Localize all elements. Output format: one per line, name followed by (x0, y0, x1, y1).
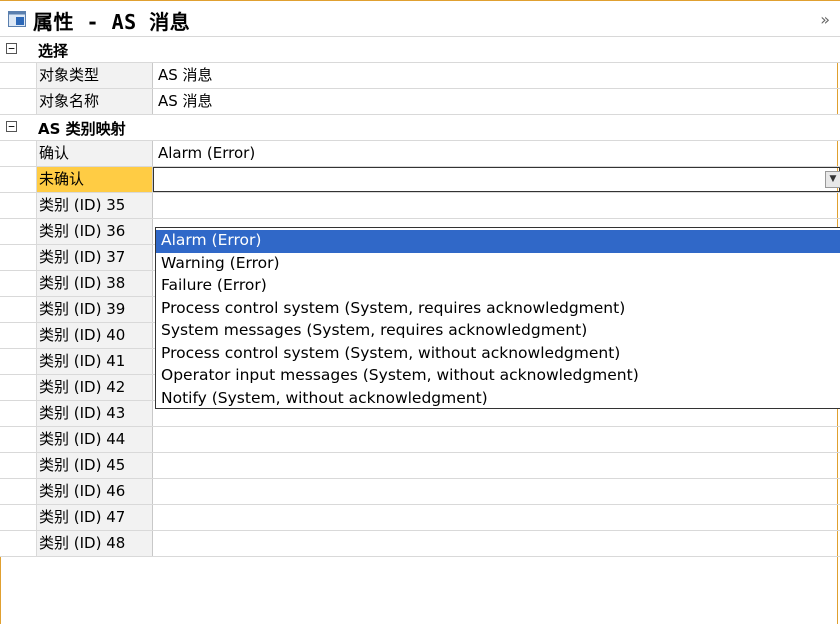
collapse-panel-button[interactable]: » (820, 10, 830, 29)
property-row-class-48[interactable]: 类别 (ID) 48 (0, 531, 840, 557)
property-name: 类别 (ID) 41 (37, 349, 153, 374)
collapse-toggle-icon[interactable]: − (6, 43, 17, 54)
row-gutter (0, 323, 37, 348)
property-row-class-47[interactable]: 类别 (ID) 47 (0, 505, 840, 531)
row-gutter (0, 245, 37, 270)
property-row-class-35[interactable]: 类别 (ID) 35 (0, 193, 840, 219)
category-as-class-mapping[interactable]: − AS 类别映射 (0, 115, 840, 141)
property-name: 类别 (ID) 48 (37, 531, 153, 556)
dropdown-option[interactable]: Warning (Error) (156, 253, 840, 276)
dropdown-option[interactable]: Alarm (Error) (156, 230, 840, 253)
property-name: 未确认 (37, 167, 153, 192)
property-name: 类别 (ID) 36 (37, 219, 153, 244)
row-gutter (0, 505, 37, 530)
property-row-class-45[interactable]: 类别 (ID) 45 (0, 453, 840, 479)
property-value[interactable] (153, 505, 840, 530)
row-gutter (0, 271, 37, 296)
property-name: 类别 (ID) 43 (37, 401, 153, 426)
row-gutter (0, 531, 37, 556)
property-value[interactable] (153, 193, 840, 218)
property-name: 类别 (ID) 35 (37, 193, 153, 218)
property-name: 类别 (ID) 40 (37, 323, 153, 348)
row-gutter (0, 89, 37, 114)
row-gutter (0, 375, 37, 400)
property-name: 对象名称 (37, 89, 153, 114)
property-name: 类别 (ID) 37 (37, 245, 153, 270)
category-label: 选择 (38, 42, 69, 60)
category-label: AS 类别映射 (38, 120, 126, 138)
panel-title: 属性 - AS 消息 (33, 10, 191, 34)
property-row-class-44[interactable]: 类别 (ID) 44 (0, 427, 840, 453)
property-value[interactable]: AS 消息 (153, 89, 840, 114)
dropdown-option[interactable]: Notify (System, without acknowledgment) (156, 388, 840, 411)
row-gutter (0, 141, 37, 166)
property-value-editor[interactable]: ▼ (153, 167, 840, 192)
properties-window-icon (8, 11, 26, 27)
dropdown-option[interactable]: Process control system (System, without … (156, 343, 840, 366)
property-row-object-name[interactable]: 对象名称 AS 消息 (0, 89, 840, 115)
property-row-unacknowledged[interactable]: 未确认 ▼ (0, 167, 840, 193)
row-gutter (0, 401, 37, 426)
property-value[interactable] (153, 427, 840, 452)
property-name: 对象类型 (37, 63, 153, 88)
dropdown-option[interactable]: Operator input messages (System, without… (156, 365, 840, 388)
row-gutter (0, 63, 37, 88)
property-value[interactable] (153, 453, 840, 478)
property-name: 类别 (ID) 47 (37, 505, 153, 530)
property-name: 确认 (37, 141, 153, 166)
row-gutter (0, 453, 37, 478)
dropdown-option[interactable]: System messages (System, requires acknow… (156, 320, 840, 343)
row-gutter (0, 167, 37, 192)
property-row-object-type[interactable]: 对象类型 AS 消息 (0, 63, 840, 89)
property-value[interactable]: Alarm (Error) (153, 141, 840, 166)
row-gutter (0, 219, 37, 244)
dropdown-option[interactable]: Process control system (System, requires… (156, 298, 840, 321)
collapse-toggle-icon[interactable]: − (6, 121, 17, 132)
property-name: 类别 (ID) 38 (37, 271, 153, 296)
property-name: 类别 (ID) 39 (37, 297, 153, 322)
property-value[interactable] (153, 531, 840, 556)
row-gutter (0, 479, 37, 504)
property-name: 类别 (ID) 44 (37, 427, 153, 452)
category-selection[interactable]: − 选择 (0, 37, 840, 63)
property-row-acknowledged[interactable]: 确认 Alarm (Error) (0, 141, 840, 167)
row-gutter (0, 193, 37, 218)
property-value[interactable]: AS 消息 (153, 63, 840, 88)
property-value[interactable] (153, 479, 840, 504)
row-gutter (0, 349, 37, 374)
property-row-class-46[interactable]: 类别 (ID) 46 (0, 479, 840, 505)
title-bar: 属性 - AS 消息 » (0, 0, 840, 37)
row-gutter (0, 427, 37, 452)
dropdown-list[interactable]: Alarm (Error) Warning (Error) Failure (E… (155, 227, 840, 409)
property-name: 类别 (ID) 46 (37, 479, 153, 504)
property-name: 类别 (ID) 45 (37, 453, 153, 478)
row-gutter (0, 297, 37, 322)
dropdown-option[interactable]: Failure (Error) (156, 275, 840, 298)
dropdown-arrow-icon[interactable]: ▼ (825, 171, 840, 188)
property-name: 类别 (ID) 42 (37, 375, 153, 400)
